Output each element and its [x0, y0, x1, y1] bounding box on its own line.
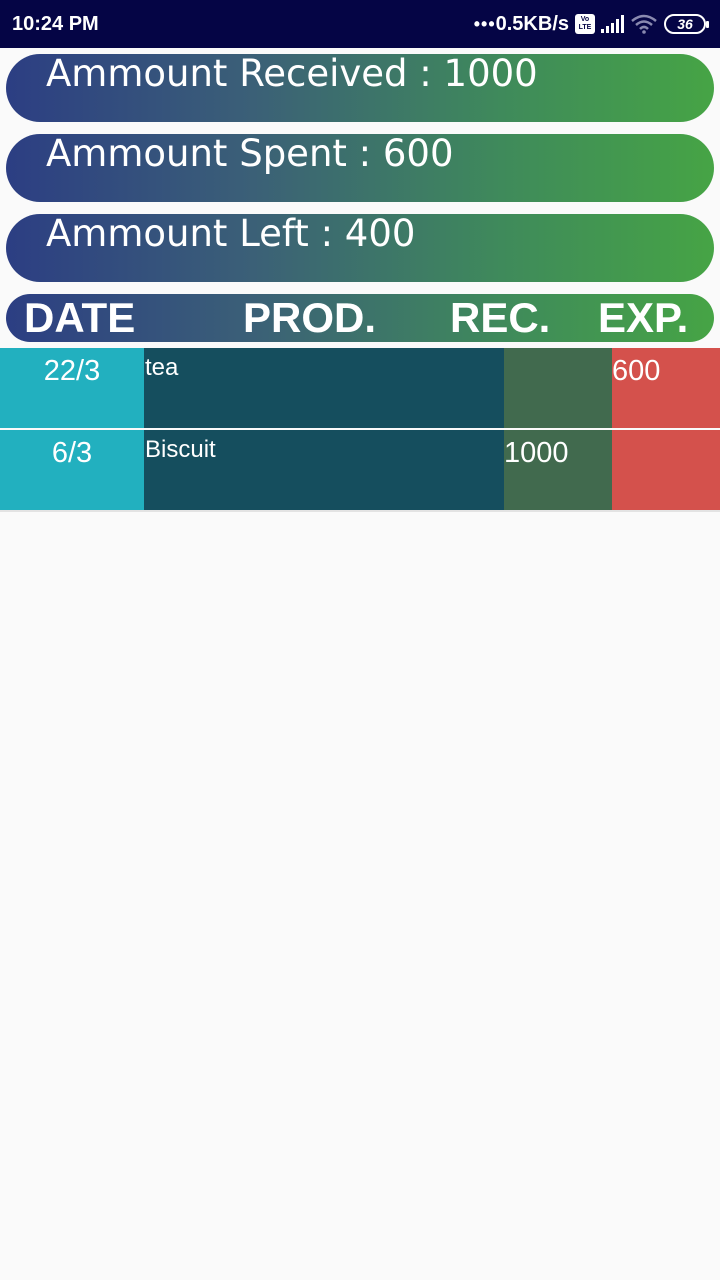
cell-date: 22/3 [0, 348, 144, 428]
status-bar: 10:24 PM ••• 0.5KB/s Vo LTE 36 [0, 0, 720, 48]
signal-icon [601, 15, 624, 33]
amount-left-label: Ammount Left : 400 [46, 212, 416, 255]
volte-icon: Vo LTE [575, 14, 595, 34]
amount-received-card: Ammount Received : 1000 [6, 52, 714, 122]
cell-received [504, 348, 612, 428]
table-row[interactable]: 6/3 Biscuit 1000 [0, 428, 720, 510]
battery-icon: 36 [664, 14, 709, 34]
header-received: REC. [450, 294, 551, 341]
transaction-table: 22/3 tea 600 6/3 Biscuit 1000 [0, 348, 720, 510]
cell-product: tea [144, 348, 504, 428]
cell-received: 1000 [504, 430, 612, 510]
amount-received-label: Ammount Received : 1000 [46, 52, 538, 95]
table-header: DATE PROD. REC. EXP. [6, 294, 714, 342]
cell-date: 6/3 [0, 430, 144, 510]
wifi-icon [630, 14, 658, 34]
amount-spent-label: Ammount Spent : 600 [46, 132, 454, 175]
network-activity-dots: ••• [473, 13, 496, 34]
network-speed: 0.5KB/s [495, 12, 569, 35]
amount-left-card: Ammount Left : 400 [6, 212, 714, 282]
cell-product: Biscuit [144, 430, 504, 510]
header-expense: EXP. [598, 294, 689, 341]
header-date: DATE [24, 294, 136, 341]
cell-expense [612, 430, 720, 510]
amount-spent-card: Ammount Spent : 600 [6, 132, 714, 202]
table-divider [0, 510, 720, 512]
cell-expense: 600 [612, 348, 720, 428]
header-product: PROD. [243, 294, 377, 341]
status-time: 10:24 PM [12, 12, 99, 35]
status-icons: ••• 0.5KB/s Vo LTE 36 [473, 12, 709, 36]
table-row[interactable]: 22/3 tea 600 [0, 348, 720, 428]
